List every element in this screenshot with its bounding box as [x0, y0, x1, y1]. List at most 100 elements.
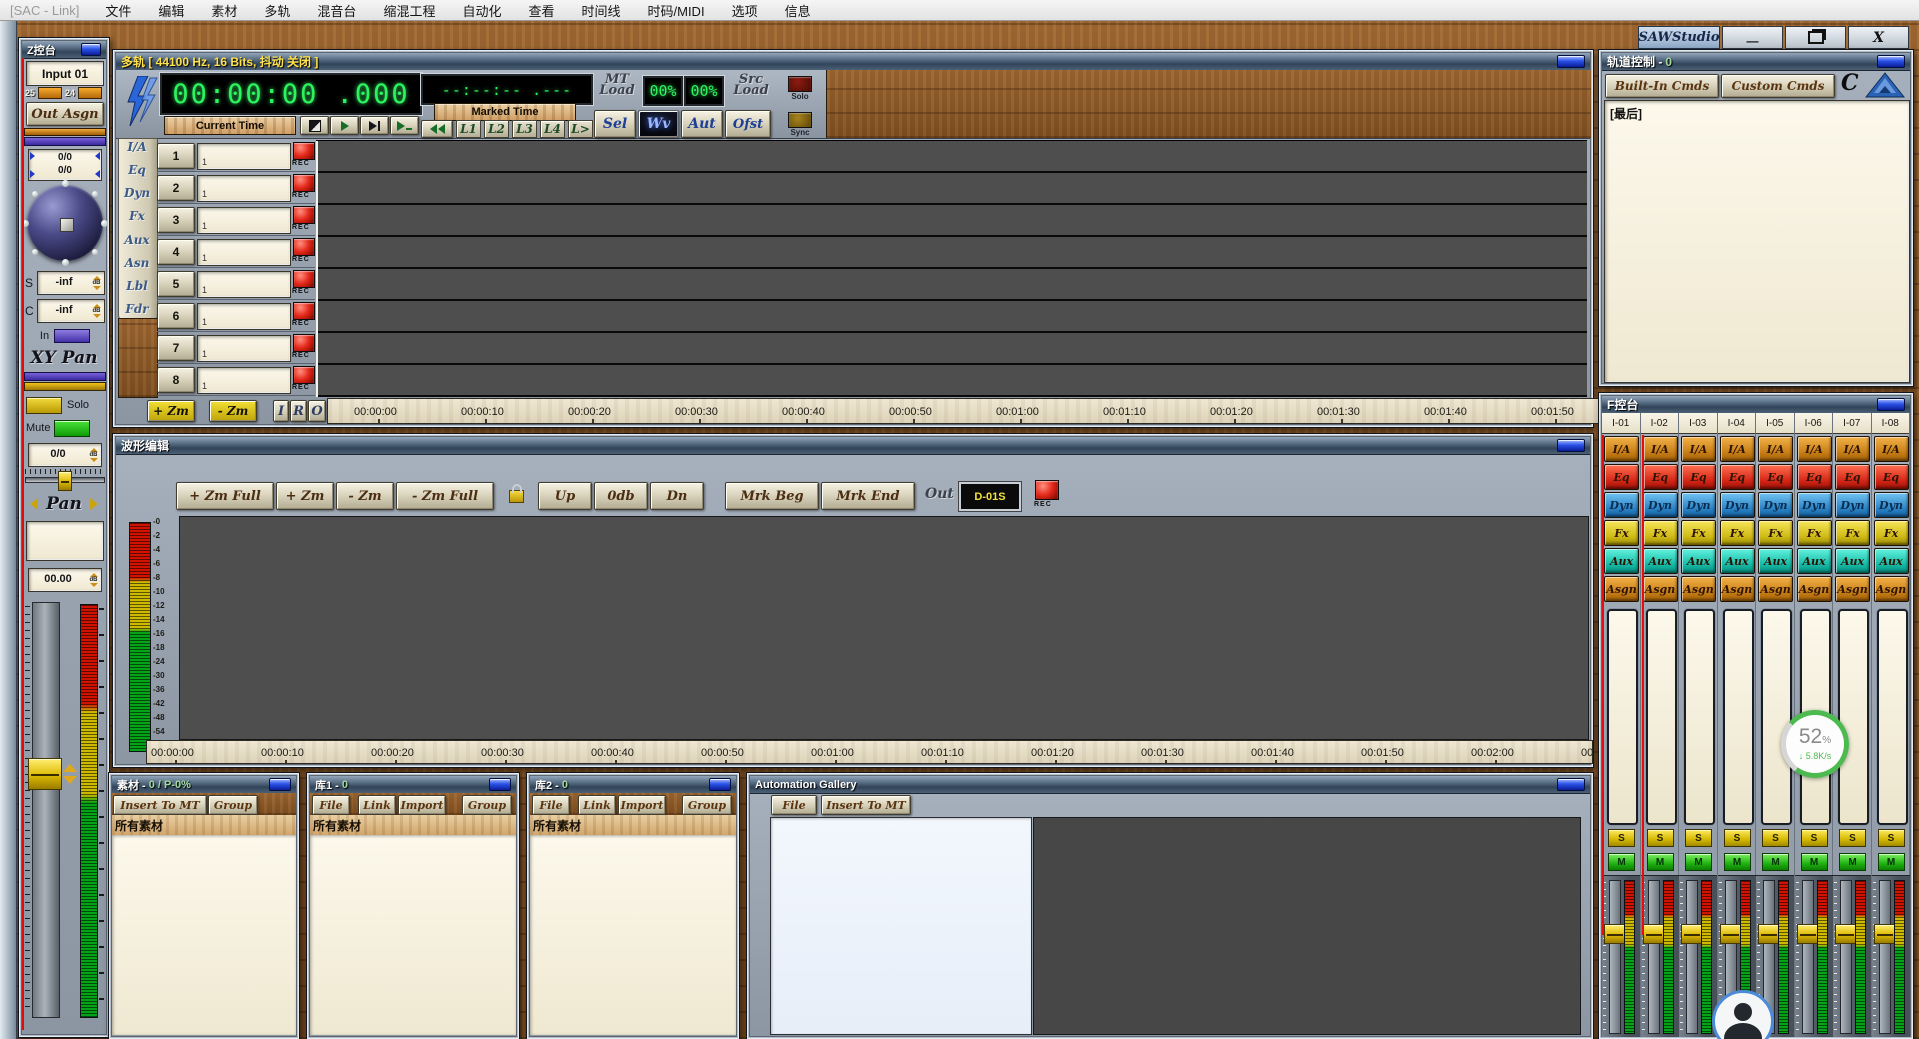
channel-header[interactable]: I-07	[1833, 413, 1871, 434]
menu-item[interactable]: 时码/MIDI	[648, 1, 705, 20]
channel-ia-button[interactable]: I/A	[1681, 436, 1716, 462]
track-number-button[interactable]: 2	[157, 175, 195, 201]
track-name-field[interactable]: 1	[197, 207, 291, 234]
channel-eq-button[interactable]: Eq	[1604, 464, 1639, 490]
zoom-mixer-titlebar[interactable]: Z控台	[22, 41, 106, 59]
tool-strip-item[interactable]: I/A	[127, 140, 146, 154]
marked-time-label[interactable]: Marked Time	[434, 103, 576, 121]
channel-mute-button[interactable]: M	[1608, 853, 1635, 871]
track-name-field[interactable]: 1	[197, 271, 291, 298]
mt-o-button[interactable]: O	[308, 400, 326, 422]
channel-mute-button[interactable]: M	[1685, 853, 1712, 871]
channel-aux-button[interactable]: Aux	[1874, 548, 1909, 574]
insert-to-mt-button[interactable]: Insert To MT	[113, 795, 207, 815]
mode-wv-button[interactable]: Wv	[638, 110, 679, 138]
link-button[interactable]: Link	[358, 795, 396, 815]
playhead-cursor[interactable]	[316, 141, 318, 397]
channel-fx-button[interactable]: Fx	[1874, 520, 1909, 546]
link-button[interactable]: Link	[578, 795, 616, 815]
channel-fx-button[interactable]: Fx	[1797, 520, 1832, 546]
gallery-left-pane[interactable]	[770, 817, 1032, 1035]
menu-item[interactable]: 自动化	[462, 1, 501, 20]
solo-lamp[interactable]	[788, 76, 812, 92]
channel-dyn-button[interactable]: Dyn	[1797, 492, 1832, 518]
gallery-insert-button[interactable]: Insert To MT	[821, 795, 911, 815]
wave-zoom-full-in-button[interactable]: + Zm Full	[176, 482, 274, 510]
tool-strip-item[interactable]: Eq	[128, 163, 146, 177]
pan-slider-handle[interactable]	[58, 471, 72, 491]
wave-output-device[interactable]: D-01S	[959, 482, 1021, 511]
file-button[interactable]: File	[532, 795, 570, 815]
channel-fx-button[interactable]: Fx	[1604, 520, 1639, 546]
fader-nudge-arrows[interactable]	[63, 764, 77, 772]
track-rec-button[interactable]	[293, 142, 315, 160]
menu-item[interactable]: 素材	[211, 1, 237, 20]
library2-titlebar[interactable]: 库2 - 0	[530, 776, 736, 794]
pan-spinner[interactable]: 0/0 dB	[28, 443, 102, 467]
current-time-label[interactable]: Current Time	[164, 116, 296, 135]
group-button[interactable]: Group	[208, 795, 258, 815]
channel-ia-button[interactable]: I/A	[1643, 436, 1678, 462]
channel-scribble-strip[interactable]	[1723, 609, 1754, 825]
track-rec-button[interactable]	[293, 270, 315, 288]
library2-list[interactable]	[530, 835, 736, 1035]
channel-ia-button[interactable]: I/A	[1874, 436, 1909, 462]
db-spinner[interactable]: dB	[91, 301, 102, 321]
channel-tab-row[interactable]: 25 24	[25, 86, 103, 99]
channel-fx-button[interactable]: Fx	[1681, 520, 1716, 546]
out-asgn-button[interactable]: Out Asgn	[26, 102, 104, 126]
channel-asgn-button[interactable]: Asgn	[1604, 576, 1639, 602]
s-level-spinner[interactable]: -inf dB	[37, 271, 105, 295]
fader-handle[interactable]	[1604, 924, 1626, 944]
custom-cmds-button[interactable]: Custom Cmds	[1721, 74, 1835, 98]
routing-spinner[interactable]: 0/0 0/0	[28, 149, 102, 181]
channel-scribble-strip[interactable]	[1877, 609, 1908, 825]
channel-eq-button[interactable]: Eq	[1681, 464, 1716, 490]
db-spinner[interactable]: dB	[88, 570, 99, 590]
pan-left-arrow[interactable]	[30, 498, 38, 510]
track-control-titlebar[interactable]: 轨道控制 - 0	[1602, 53, 1910, 71]
fader-handle[interactable]	[1835, 924, 1857, 944]
channel-eq-button[interactable]: Eq	[1720, 464, 1755, 490]
channel-scribble-strip[interactable]	[1684, 609, 1715, 825]
track-name-field[interactable]: 1	[197, 367, 291, 394]
gallery-file-button[interactable]: File	[771, 795, 817, 815]
fader-handle[interactable]	[1758, 924, 1780, 944]
channel-header[interactable]: I-01	[1602, 413, 1640, 434]
close-window-button[interactable]: X	[1848, 26, 1909, 49]
c-level-spinner[interactable]: -inf dB	[37, 299, 105, 323]
menu-item[interactable]: 时间线	[581, 1, 620, 20]
channel-name-box[interactable]: Input 01	[26, 61, 104, 86]
track-rec-button[interactable]	[293, 174, 315, 192]
channel-aux-button[interactable]: Aux	[1681, 548, 1716, 574]
channel-aux-button[interactable]: Aux	[1604, 548, 1639, 574]
transport-home-button[interactable]	[300, 116, 329, 135]
channel-solo-button[interactable]: S	[1685, 829, 1712, 847]
materials-tab-band[interactable]: 所有素材	[112, 815, 296, 836]
tool-strip-item[interactable]: Fx	[129, 209, 145, 223]
minimize-button[interactable]	[489, 778, 511, 791]
file-button[interactable]: File	[312, 795, 350, 815]
pan-right-arrow[interactable]	[90, 498, 98, 510]
menu-item[interactable]: 选项	[732, 1, 758, 20]
import-button[interactable]: Import	[618, 795, 666, 815]
mt-timeline-ruler[interactable]: 00:00:0000:00:1000:00:2000:00:3000:00:40…	[327, 398, 1615, 424]
fader-track[interactable]	[32, 602, 60, 1018]
minimize-button[interactable]	[1557, 778, 1585, 791]
wave-0db-button[interactable]: 0db	[594, 482, 648, 510]
materials-list[interactable]	[112, 835, 296, 1035]
solo-button[interactable]	[26, 397, 62, 414]
tab-25[interactable]: 25	[25, 88, 35, 98]
spin-arrow[interactable]	[30, 170, 35, 178]
channel-mute-button[interactable]: M	[1647, 853, 1674, 871]
minimize-button[interactable]	[1877, 398, 1905, 411]
locator-button[interactable]: L>	[568, 120, 593, 138]
channel-mute-button[interactable]: M	[1801, 853, 1828, 871]
wave-zoom-in-button[interactable]: + Zm	[276, 482, 334, 510]
locator-button[interactable]: L1	[456, 120, 481, 138]
library2-tab-band[interactable]: 所有素材	[530, 815, 736, 836]
fader-handle[interactable]	[1720, 924, 1742, 944]
command-list[interactable]: [最后]	[1604, 100, 1910, 383]
channel-fx-button[interactable]: Fx	[1643, 520, 1678, 546]
track-number-button[interactable]: 5	[157, 271, 195, 297]
